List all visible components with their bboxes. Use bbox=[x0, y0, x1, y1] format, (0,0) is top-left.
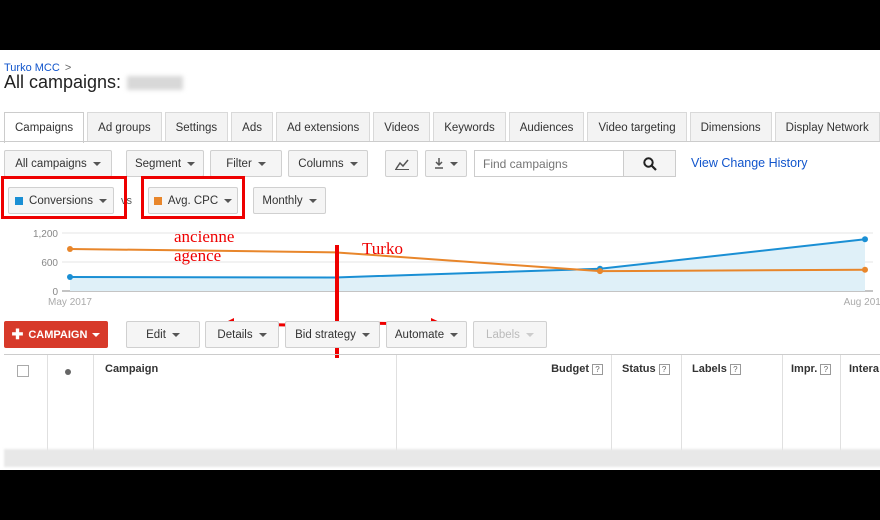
tab-ad-groups[interactable]: Ad groups bbox=[87, 112, 162, 142]
chevron-down-icon bbox=[525, 332, 534, 337]
chevron-down-icon bbox=[92, 161, 101, 166]
chevron-down-icon bbox=[187, 161, 196, 166]
status-header-label: Status bbox=[622, 363, 656, 375]
interactions-header-label: Intera bbox=[849, 363, 879, 375]
automate-dropdown[interactable]: Automate bbox=[386, 321, 467, 348]
help-icon[interactable]: ? bbox=[658, 364, 670, 375]
filter-dropdown[interactable]: Filter bbox=[210, 150, 282, 177]
segment-label: Segment bbox=[134, 157, 182, 170]
page-title-text: All campaigns: bbox=[4, 72, 122, 92]
labels-label: Labels bbox=[486, 328, 520, 341]
tab-dimensions[interactable]: Dimensions bbox=[689, 112, 772, 142]
columns-label: Columns bbox=[298, 157, 344, 170]
chevron-down-icon bbox=[257, 161, 266, 166]
bid-strategy-dropdown[interactable]: Bid strategy bbox=[285, 321, 380, 348]
tab-divider bbox=[0, 141, 880, 142]
bid-strategy-label: Bid strategy bbox=[295, 328, 356, 341]
chevron-down-icon bbox=[450, 161, 458, 166]
chart-toggle-button[interactable] bbox=[385, 150, 418, 177]
tab-display-network[interactable]: Display Network bbox=[774, 112, 880, 142]
columns-dropdown[interactable]: Columns bbox=[288, 150, 368, 177]
adwords-page: Turko MCC > All campaigns: Campaigns Ad … bbox=[0, 50, 880, 470]
avg-cpc-point bbox=[862, 266, 868, 273]
conversions-point bbox=[67, 273, 73, 280]
details-dropdown[interactable]: Details bbox=[205, 321, 279, 348]
annotation-ancienne-agence: ancienne agence bbox=[174, 227, 235, 265]
campaign-header-label: Campaign bbox=[105, 363, 159, 375]
labels-header-label: Labels bbox=[692, 363, 727, 375]
tab-campaigns[interactable]: Campaigns bbox=[4, 112, 85, 143]
labels-dropdown[interactable]: Labels bbox=[473, 321, 547, 348]
filter-label: Filter bbox=[226, 157, 252, 170]
download-button[interactable] bbox=[425, 150, 467, 177]
search-button[interactable] bbox=[623, 150, 676, 177]
details-label: Details bbox=[217, 328, 253, 341]
y-tick-label: 1,200 bbox=[33, 229, 58, 240]
conversions-point bbox=[862, 236, 868, 243]
help-icon[interactable]: ? bbox=[729, 364, 741, 375]
view-change-history-link[interactable]: View Change History bbox=[691, 156, 808, 170]
tab-keywords[interactable]: Keywords bbox=[433, 112, 506, 142]
chevron-down-icon bbox=[450, 332, 459, 337]
all-campaigns-dropdown[interactable]: All campaigns bbox=[4, 150, 112, 177]
tab-ad-extensions[interactable]: Ad extensions bbox=[276, 112, 371, 142]
chevron-down-icon bbox=[171, 332, 180, 337]
chevron-down-icon bbox=[308, 198, 317, 203]
impr-header-label: Impr. bbox=[791, 363, 818, 375]
annotation-box-conversions bbox=[1, 176, 127, 219]
chevron-down-icon bbox=[349, 161, 358, 166]
edit-dropdown[interactable]: Edit bbox=[126, 321, 200, 348]
campaign-button-label: CAMPAIGN bbox=[28, 328, 88, 341]
all-campaigns-label: All campaigns bbox=[15, 157, 87, 170]
tab-bar: Campaigns Ad groups Settings Ads Ad exte… bbox=[4, 112, 880, 143]
search-icon bbox=[642, 156, 657, 171]
download-icon bbox=[435, 158, 443, 169]
x-tick-label: May 2017 bbox=[48, 297, 92, 308]
tab-video-targeting[interactable]: Video targeting bbox=[587, 112, 687, 142]
annotation-turko: Turko bbox=[362, 239, 403, 258]
avg-cpc-point bbox=[597, 268, 603, 275]
x-tick-label: Aug 2017 bbox=[844, 297, 880, 308]
campaign-table: Campaign Budget? Status? Labels? Impr.? … bbox=[4, 354, 880, 467]
avg-cpc-point bbox=[67, 245, 73, 252]
status-dot-icon bbox=[65, 369, 71, 375]
plus-icon: ✚ bbox=[11, 326, 24, 342]
help-icon[interactable]: ? bbox=[820, 364, 832, 375]
search-input[interactable] bbox=[474, 150, 624, 177]
redacted-account-name bbox=[127, 76, 184, 91]
chevron-down-icon bbox=[258, 332, 267, 337]
chevron-down-icon bbox=[92, 332, 101, 337]
y-tick-label: 600 bbox=[41, 258, 58, 269]
segment-dropdown[interactable]: Segment bbox=[126, 150, 204, 177]
tab-audiences[interactable]: Audiences bbox=[508, 112, 585, 142]
annotation-box-avg-cpc bbox=[141, 176, 245, 219]
tab-videos[interactable]: Videos bbox=[373, 112, 431, 142]
period-label: Monthly bbox=[262, 194, 303, 207]
tab-ads[interactable]: Ads bbox=[231, 112, 273, 142]
automate-label: Automate bbox=[394, 328, 445, 341]
period-dropdown[interactable]: Monthly bbox=[253, 187, 326, 214]
edit-label: Edit bbox=[146, 328, 166, 341]
add-campaign-button[interactable]: ✚ CAMPAIGN bbox=[4, 321, 108, 348]
page-title: All campaigns: bbox=[4, 72, 184, 93]
chevron-down-icon bbox=[361, 332, 370, 337]
budget-header-label: Budget bbox=[551, 363, 589, 375]
line-chart-icon bbox=[394, 159, 409, 170]
select-all-checkbox[interactable] bbox=[17, 365, 29, 377]
tab-settings[interactable]: Settings bbox=[164, 112, 229, 142]
total-row-redacted bbox=[4, 449, 880, 467]
help-icon[interactable]: ? bbox=[592, 364, 603, 375]
